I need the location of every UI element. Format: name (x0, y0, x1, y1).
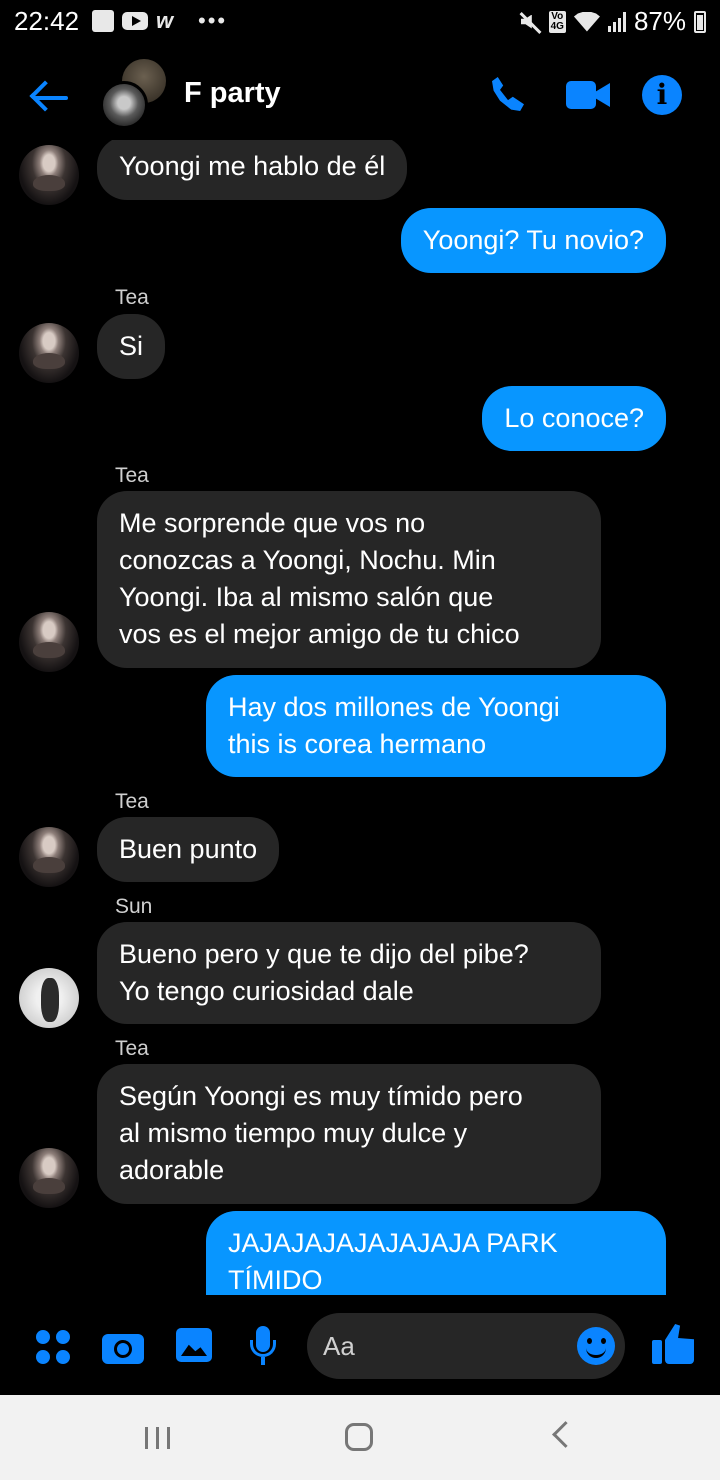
gallery-icon[interactable] (176, 1328, 212, 1362)
gallery-icon (92, 10, 114, 32)
message-line: conozcas a Yoongi, Nochu. Min (119, 545, 496, 575)
wattpad-icon: w (156, 8, 174, 33)
message-line: al mismo tiempo muy dulce y (119, 1118, 468, 1148)
battery-percent: 87% (633, 6, 686, 36)
status-bar: 22:42 w ••• Vo 4G 87% (0, 0, 720, 44)
system-nav-bar (0, 1395, 720, 1480)
message-line: TÍMIDO (228, 1265, 323, 1295)
status-time: 22:42 (14, 6, 80, 36)
sender-name: Tea (115, 464, 149, 487)
chat-header: F party i (0, 55, 720, 140)
message-bubble-outgoing[interactable]: Yoongi? Tu novio? (400, 208, 666, 273)
mute-icon (519, 11, 541, 33)
more-dots-icon: ••• (198, 8, 228, 33)
message-bubble-incoming[interactable]: Yoongi me hablo de él (97, 140, 408, 200)
sender-name: Tea (115, 790, 149, 813)
message-line: Yoongi me hablo de él (119, 151, 386, 181)
info-icon[interactable]: i (642, 75, 682, 115)
back-arrow-icon[interactable] (28, 77, 70, 117)
apps-icon[interactable] (36, 1330, 72, 1366)
youtube-icon (122, 12, 148, 30)
avatar[interactable] (19, 145, 79, 205)
camera-icon[interactable] (102, 1330, 144, 1364)
message-thread[interactable]: Yoongi me hablo de él Yoongi? Tu novio? … (0, 140, 720, 1295)
message-line: JAJAJAJAJAJAJAJA PARK (228, 1228, 558, 1258)
message-line: Me sorprende que vos no (119, 508, 426, 538)
recent-apps-icon[interactable] (145, 1427, 171, 1449)
avatar[interactable] (19, 827, 79, 887)
signal-icon (607, 11, 626, 32)
message-bubble-incoming[interactable]: Buen punto (97, 817, 280, 882)
phone-icon[interactable] (488, 75, 528, 115)
wifi-icon (573, 11, 600, 32)
avatar (100, 81, 148, 129)
avatar[interactable] (19, 1148, 79, 1208)
notification-icons: w ••• (92, 8, 227, 34)
message-line: Yoongi? Tu novio? (422, 225, 644, 255)
battery-icon (694, 10, 706, 33)
message-line: vos es el mejor amigo de tu chico (119, 619, 520, 649)
message-line: Buen punto (119, 834, 258, 864)
sender-name: Tea (115, 286, 149, 309)
chat-title[interactable]: F party (184, 77, 281, 110)
message-line: Si (119, 331, 144, 361)
message-bubble-incoming[interactable]: Me sorprende que vos no conozcas a Yoong… (97, 491, 601, 668)
avatar[interactable] (19, 323, 79, 383)
message-line: Bueno pero y que te dijo del pibe? (119, 939, 529, 969)
message-line: Según Yoongi es muy tímido pero (119, 1081, 523, 1111)
avatar[interactable] (19, 968, 79, 1028)
message-input[interactable] (321, 1327, 565, 1365)
sender-name: Tea (115, 1037, 149, 1060)
message-line: this is corea hermano (228, 729, 487, 759)
thumbs-up-icon[interactable] (652, 1324, 694, 1366)
video-camera-icon[interactable] (566, 79, 610, 113)
message-composer (0, 1300, 720, 1395)
microphone-icon[interactable] (248, 1326, 278, 1366)
message-line: Yoongi. Iba al mismo salón que (119, 582, 494, 612)
home-icon[interactable] (345, 1423, 373, 1451)
message-bubble-incoming[interactable]: Bueno pero y que te dijo del pibe? Yo te… (97, 922, 601, 1024)
message-input-container[interactable] (307, 1313, 625, 1379)
message-bubble-outgoing[interactable]: Lo conoce? (482, 386, 666, 451)
message-line: Hay dos millones de Yoongi (228, 692, 560, 722)
message-line: Yo tengo curiosidad dale (119, 976, 414, 1006)
message-line: Lo conoce? (504, 403, 644, 433)
message-bubble-outgoing[interactable]: Hay dos millones de Yoongi this is corea… (206, 675, 666, 777)
message-line: adorable (119, 1155, 225, 1185)
message-bubble-incoming[interactable]: Si (97, 314, 166, 379)
sender-name: Sun (115, 895, 153, 918)
back-icon[interactable] (552, 1421, 579, 1448)
avatar[interactable] (19, 612, 79, 672)
network-type: 4G (550, 20, 564, 32)
message-bubble-incoming[interactable]: Según Yoongi es muy tímido pero al mismo… (97, 1064, 601, 1204)
emoji-icon[interactable] (577, 1327, 615, 1365)
volte-icon: Vo 4G (548, 10, 566, 33)
group-avatar[interactable] (100, 59, 168, 129)
system-icons: Vo 4G 87% (519, 6, 706, 37)
message-bubble-outgoing[interactable]: JAJAJAJAJAJAJAJA PARK TÍMIDO (206, 1211, 666, 1295)
